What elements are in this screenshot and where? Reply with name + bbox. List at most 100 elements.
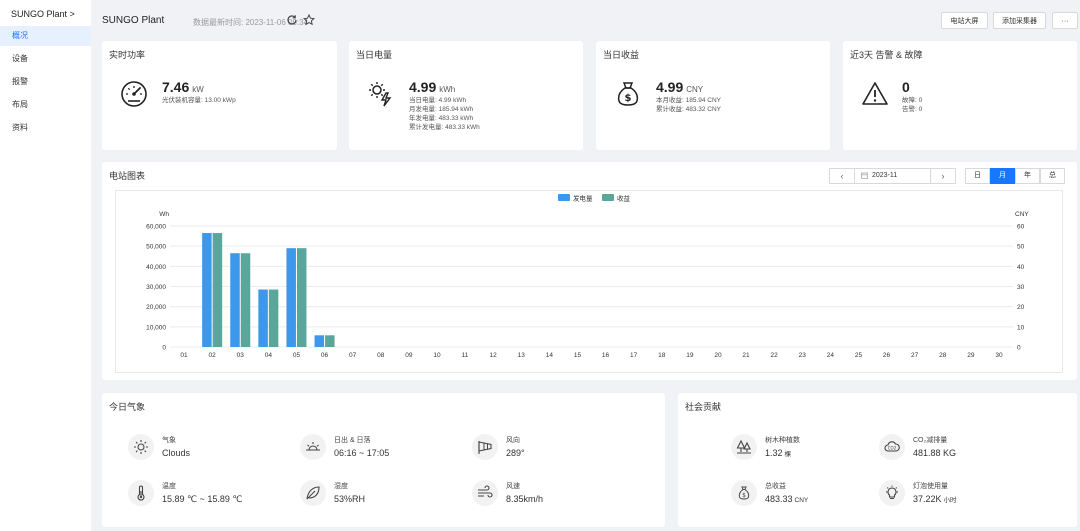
card-title: 今日气象: [109, 402, 146, 412]
weather-label: 气象: [162, 437, 176, 444]
x-tick-label: 23: [799, 352, 807, 359]
x-tick-label: 05: [293, 352, 301, 359]
big-screen-button[interactable]: 电站大屏: [941, 12, 988, 29]
income-value: 4.99 CNY: [656, 79, 704, 95]
temperature-value: 15.89 ℃ ~ 15.89 ℃: [162, 494, 243, 504]
bulb-usage-label: 灯泡使用量: [913, 483, 948, 490]
income-detail-month: 本月收益: 185.94 CNY: [656, 97, 722, 104]
sidebar-item-layout[interactable]: 布局: [0, 95, 91, 115]
tab-day[interactable]: 日: [965, 168, 990, 184]
x-tick-label: 28: [939, 352, 947, 359]
y-tick-right: 10: [1017, 324, 1025, 331]
refresh-icon[interactable]: [286, 14, 300, 28]
wind-speed-label: 风速: [506, 483, 520, 490]
x-tick-label: 07: [349, 352, 357, 359]
tab-month[interactable]: 月: [990, 168, 1015, 184]
plant-selector[interactable]: SUNGO Plant >: [11, 9, 75, 19]
y-tick-left: 30,000: [146, 284, 166, 291]
x-tick-label: 13: [518, 352, 526, 359]
sidebar-item-documents[interactable]: 资料: [0, 118, 91, 138]
alarm-count: 0: [902, 79, 910, 95]
y-tick-left: 40,000: [146, 264, 166, 271]
star-icon[interactable]: [302, 13, 317, 28]
x-tick-label: 19: [686, 352, 694, 359]
daily-energy-card: 当日电量 4.99 kWh 当日电量: 4.99 kWh 月发电量: 185.94…: [349, 41, 583, 150]
x-tick-label: 21: [742, 352, 750, 359]
co2-cloud-icon: CO2: [879, 434, 905, 460]
windsock-icon: [472, 434, 498, 460]
y-tick-right: 40: [1017, 264, 1025, 271]
solar-charge-icon: [366, 79, 396, 109]
x-tick-label: 15: [574, 352, 582, 359]
x-tick-label: 01: [180, 352, 188, 359]
svg-text:$: $: [742, 492, 746, 499]
more-button[interactable]: ···: [1052, 12, 1078, 29]
wind-direction-label: 风向: [506, 437, 520, 444]
total-income-value: 483.33 CNY: [765, 494, 809, 504]
leaf-icon: [300, 480, 326, 506]
x-tick-label: 25: [855, 352, 863, 359]
x-tick-label: 06: [321, 352, 329, 359]
y-tick-left: 50,000: [146, 244, 166, 251]
y-axis-label-left: Wh: [159, 211, 169, 218]
month-picker-input[interactable]: 2023-11: [872, 169, 897, 183]
sidebar-item-alarms[interactable]: 报警: [0, 72, 91, 92]
alarm-count-text: 告警: 0: [902, 106, 923, 113]
daily-income-card: 当日收益 $ 4.99 CNY 本月收益: 185.94 CNY 累计收益: 48…: [596, 41, 830, 150]
card-title: 当日收益: [603, 50, 640, 60]
x-tick-label: 14: [546, 352, 554, 359]
energy-detail-day: 当日电量: 4.99 kWh: [409, 97, 467, 104]
x-tick-label: 27: [911, 352, 919, 359]
bar-energy: [314, 335, 325, 347]
y-tick-left: 60,000: [146, 224, 166, 231]
sidebar-item-overview[interactable]: 概况: [0, 26, 91, 46]
bar-income: [268, 289, 279, 347]
next-month-button[interactable]: ›: [930, 169, 955, 183]
card-title: 近3天 告警 & 故障: [850, 50, 923, 60]
x-tick-label: 03: [237, 352, 245, 359]
energy-detail-total: 累计发电量: 483.33 kWh: [409, 124, 480, 131]
co2-value: 481.88 KG: [913, 448, 957, 458]
x-tick-label: 09: [405, 352, 413, 359]
social-contribution-card: 社会贡献 树木种植数 1.32 棵 CO2 CO₂减排量 481.88 KG $ …: [678, 393, 1077, 527]
y-tick-right: 60: [1017, 224, 1025, 231]
svg-text:$: $: [625, 93, 632, 104]
card-title: 当日电量: [356, 50, 393, 60]
bar-income: [325, 335, 335, 347]
svg-text:CO2: CO2: [888, 446, 897, 451]
bar-income: [296, 248, 307, 347]
x-tick-label: 24: [827, 352, 835, 359]
page-title: SUNGO Plant: [102, 15, 165, 26]
tab-year[interactable]: 年: [1015, 168, 1040, 184]
humidity-label: 湿度: [334, 483, 348, 490]
fault-count-text: 故障: 0: [902, 97, 923, 104]
total-income-label: 总收益: [765, 483, 786, 490]
y-tick-left: 0: [162, 345, 166, 352]
x-tick-label: 20: [714, 352, 722, 359]
humidity-value: 53%RH: [334, 494, 366, 504]
card-title: 社会贡献: [685, 402, 722, 412]
x-tick-label: 08: [377, 352, 385, 359]
x-tick-label: 11: [462, 352, 469, 359]
tab-total[interactable]: 总: [1040, 168, 1065, 184]
energy-detail-month: 月发电量: 185.94 kWh: [409, 106, 474, 113]
sun-icon: [128, 434, 154, 460]
wind-icon: [472, 480, 498, 506]
y-tick-left: 10,000: [146, 324, 166, 331]
weather-value: Clouds: [162, 448, 191, 458]
prev-month-button[interactable]: ‹: [830, 169, 855, 183]
x-tick-label: 02: [209, 352, 217, 359]
sidebar-item-devices[interactable]: 设备: [0, 49, 91, 69]
sidebar: SUNGO Plant > 概况 设备 报警 布局 资料: [0, 0, 91, 531]
energy-value: 4.99 kWh: [409, 79, 456, 95]
bulb-usage-value: 37.22K 小时: [913, 494, 957, 504]
y-tick-right: 0: [1017, 345, 1021, 352]
bar-energy: [258, 289, 268, 347]
trees-icon: [731, 434, 757, 460]
x-tick-label: 10: [433, 352, 441, 359]
y-tick-right: 20: [1017, 304, 1025, 311]
add-collector-button[interactable]: 添加采集器: [993, 12, 1046, 29]
bulb-icon: [879, 480, 905, 506]
power-value: 7.46 kW: [162, 79, 204, 95]
gauge-icon: [119, 79, 149, 109]
